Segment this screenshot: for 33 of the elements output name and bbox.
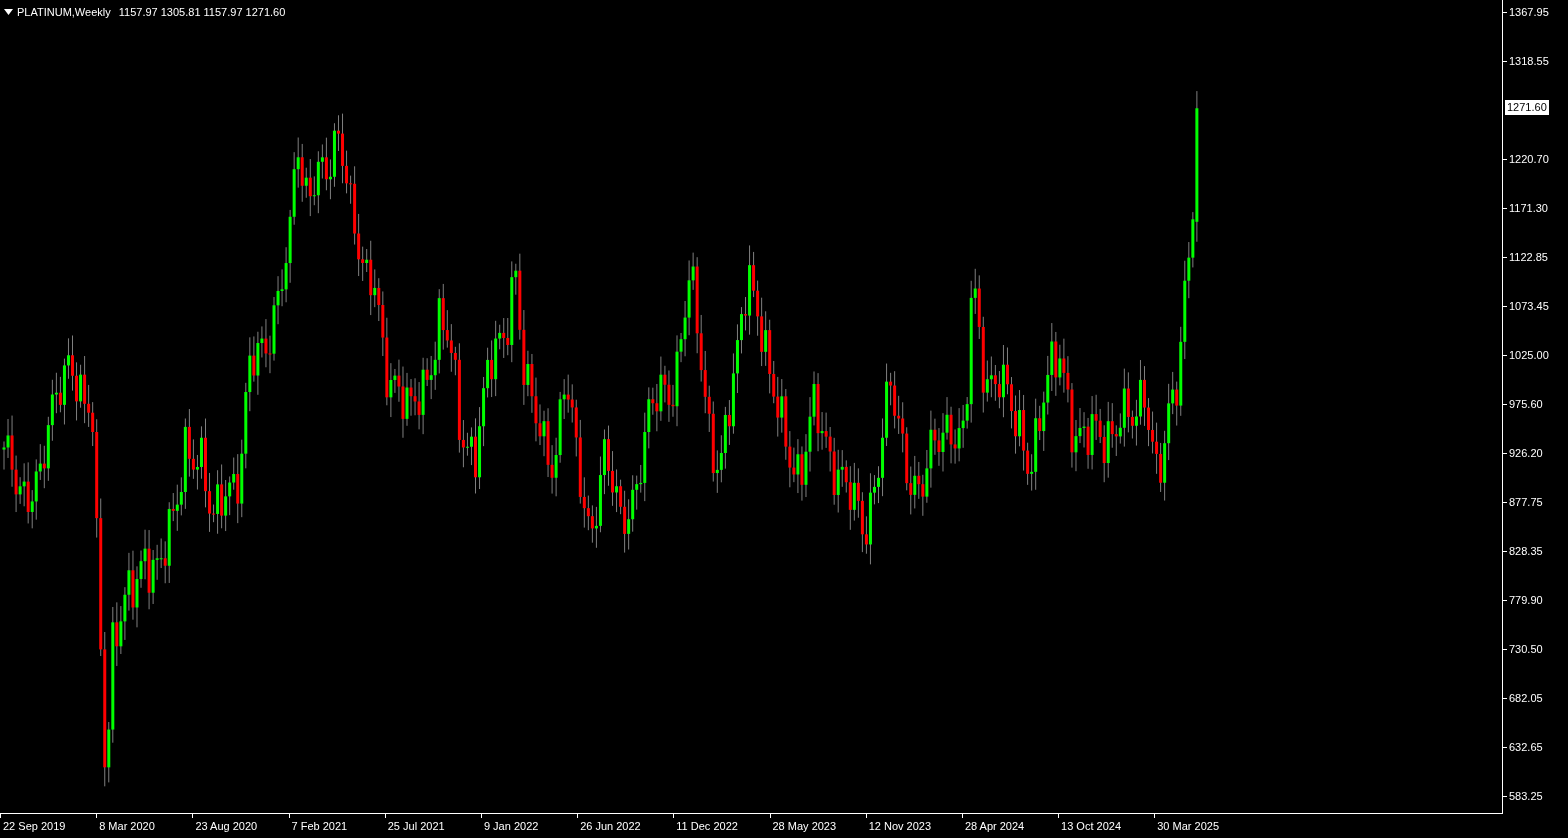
price-axis-label: 1220.70 [1509,151,1549,167]
price-axis-label: 730.50 [1509,641,1543,657]
time-axis-label: 26 Jun 2022 [580,819,641,834]
ohlc-values: 1157.97 1305.81 1157.97 1271.60 [118,5,286,20]
time-axis-label: 13 Oct 2024 [1061,819,1121,834]
time-axis-label: 12 Nov 2023 [868,819,932,834]
collapse-triangle-icon[interactable] [4,9,13,16]
price-axis-label: 779.90 [1509,592,1543,608]
price-axis-label: 1025.00 [1509,347,1549,363]
time-axis-label: 23 Aug 2020 [195,819,258,834]
time-axis-label: 22 Sep 2019 [3,819,66,834]
price-axis-label: 877.75 [1509,494,1543,510]
time-axis-label: 28 May 2023 [772,819,837,834]
price-axis-label: 1367.95 [1509,4,1549,20]
price-axis-label: 1318.55 [1509,53,1549,69]
price-axis-label: 632.65 [1509,739,1543,755]
time-axis-label: 30 Mar 2025 [1157,819,1219,834]
price-axis-label: 1122.85 [1509,249,1548,265]
time-axis-label: 11 Dec 2022 [676,819,738,834]
time-axis-label: 28 Apr 2024 [964,819,1025,834]
price-axis-label: 926.20 [1509,445,1543,461]
price-axis-label: 682.05 [1509,690,1543,706]
time-axis-label: 9 Jan 2022 [483,819,539,834]
time-axis-label: 7 Feb 2021 [291,819,348,834]
current-price-label: 1271.60 [1505,99,1549,115]
chart-symbol-title: PLATINUM,Weekly [17,5,111,20]
time-axis-label: 25 Jul 2021 [387,819,445,834]
price-axis-label: 1171.30 [1509,200,1548,216]
price-axis-label: 583.25 [1509,788,1543,804]
price-axis-label: 828.35 [1509,543,1543,559]
price-axis-label: 1073.45 [1509,298,1549,314]
time-axis-label: 8 Mar 2020 [99,819,155,834]
price-axis-label: 975.60 [1509,396,1543,412]
